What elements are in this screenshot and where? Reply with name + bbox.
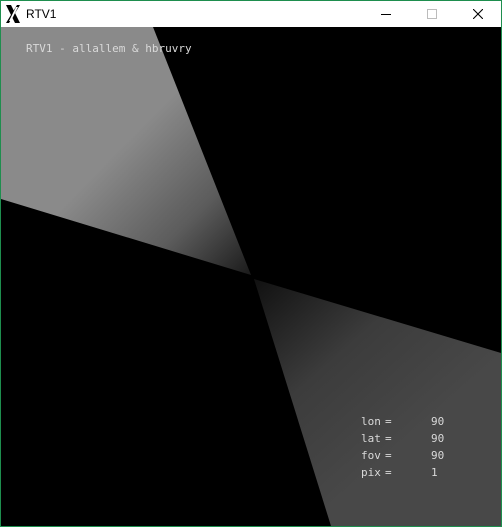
readout-fov: fov = 90 (361, 449, 481, 462)
readout-lat: lat = 90 (361, 432, 481, 445)
readout-key: pix (361, 466, 381, 479)
close-icon (473, 9, 483, 19)
readout-value: 90 (431, 415, 445, 428)
readout-equals: = (385, 449, 392, 462)
readout-key: fov (361, 449, 381, 462)
readout-key: lat (361, 432, 381, 445)
readout-equals: = (385, 415, 392, 428)
title-bar[interactable]: RTV1 (1, 1, 501, 27)
minimize-icon (381, 14, 391, 15)
upper-light-wedge (1, 27, 251, 275)
scene-caption: RTV1 - allallem & hbruvry (26, 42, 192, 55)
x-logo-icon (5, 4, 21, 24)
readout-lon: lon = 90 (361, 415, 481, 428)
readout-value: 90 (431, 449, 445, 462)
readout-pix: pix = 1 (361, 466, 481, 479)
readout-key: lon (361, 415, 381, 428)
maximize-icon (427, 9, 437, 19)
maximize-button[interactable] (409, 1, 455, 27)
close-button[interactable] (455, 1, 501, 27)
readout-value: 90 (431, 432, 445, 445)
readout-equals: = (385, 432, 392, 445)
render-canvas[interactable]: RTV1 - allallem & hbruvry lon = 90 lat =… (1, 27, 501, 526)
readout-value: 1 (431, 466, 438, 479)
window-title: RTV1 (26, 7, 57, 21)
app-window: RTV1 RTV1 - allallem & hbruvry lon = 90 … (0, 0, 502, 527)
readout-equals: = (385, 466, 392, 479)
minimize-button[interactable] (363, 1, 409, 27)
